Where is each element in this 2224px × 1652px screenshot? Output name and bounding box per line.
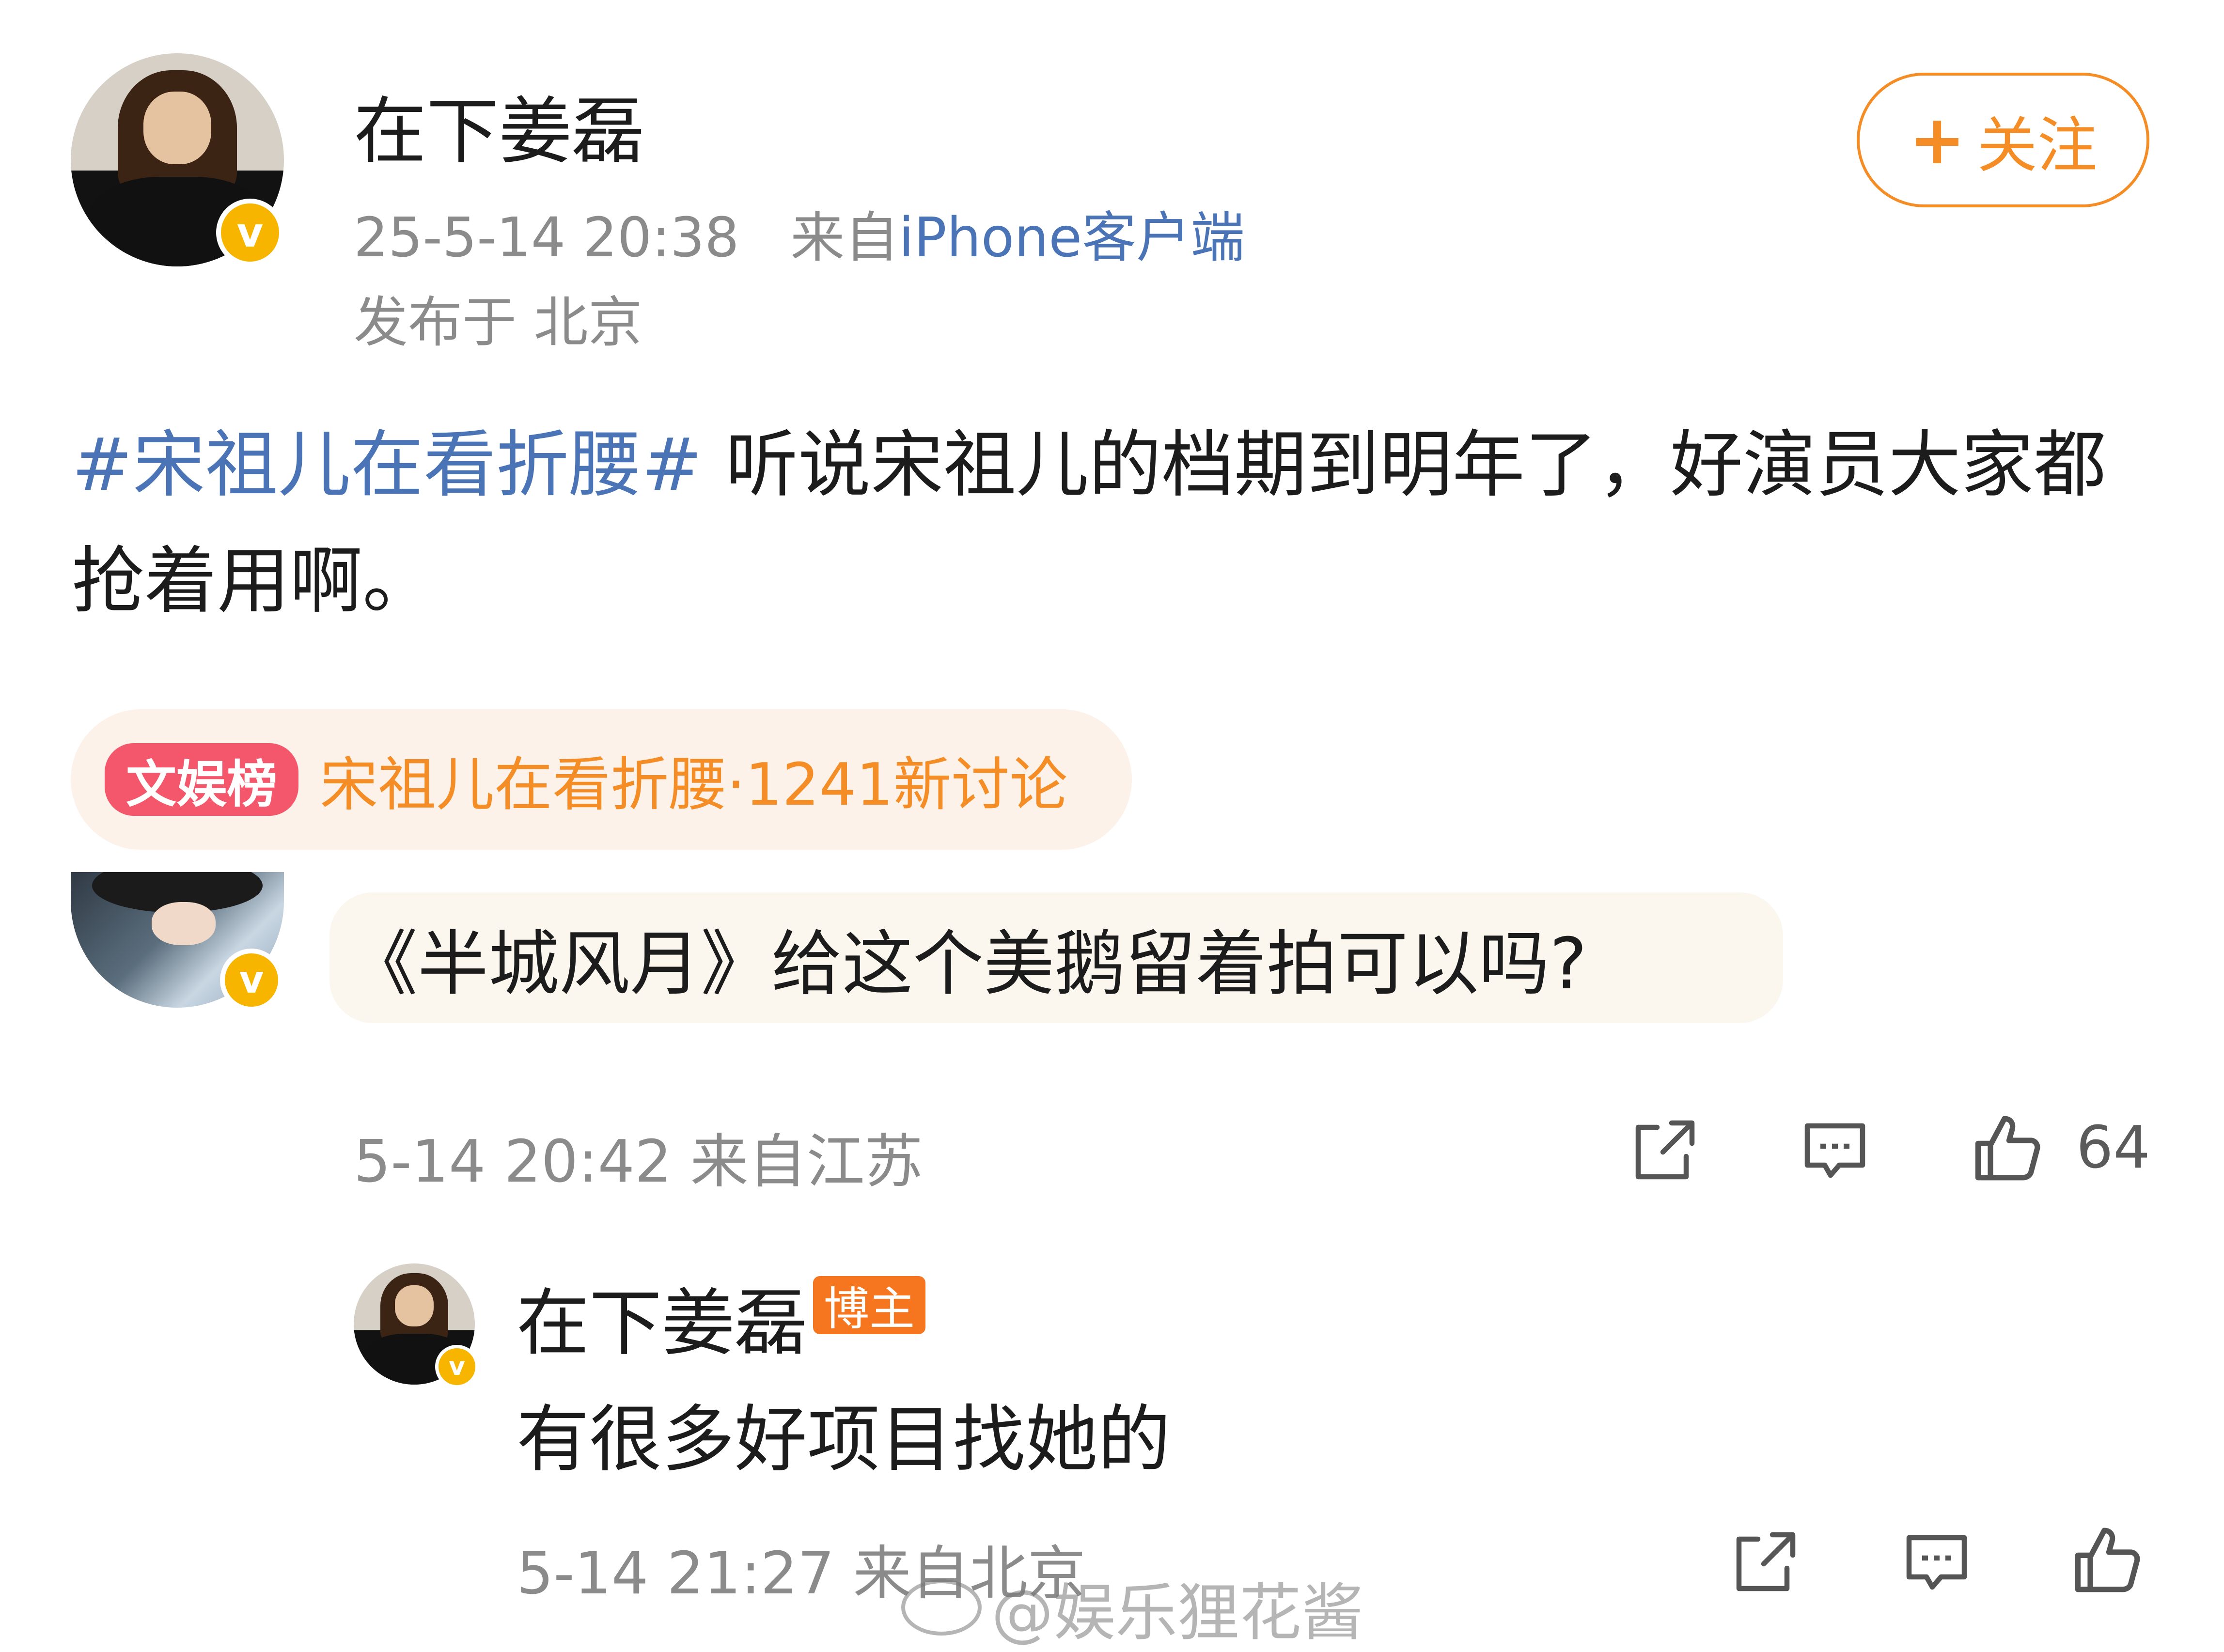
thumbs-up-icon[interactable] xyxy=(2067,1521,2145,1599)
trend-pill[interactable]: 文娱榜 宋祖儿在看折腰·1241新讨论 xyxy=(71,709,1132,850)
weibo-logo-icon xyxy=(901,1579,982,1636)
thumbs-up-icon[interactable] xyxy=(1967,1109,2045,1187)
reply-author-name[interactable]: 在下姜磊 xyxy=(517,1264,807,1370)
comment-icon[interactable] xyxy=(1900,1526,1973,1599)
comment-meta: 5-14 20:42 来自江苏 xyxy=(354,1128,923,1196)
reply-text: 有很多好项目找她的 xyxy=(517,1398,1171,1482)
author-name[interactable]: 在下姜磊 xyxy=(354,73,644,178)
post-text: #宋祖儿在看折腰# 听说宋祖儿的档期到明年了，好演员大家都抢着用啊。 xyxy=(72,407,2136,639)
share-icon[interactable] xyxy=(1628,1114,1701,1187)
trend-badge: 文娱榜 xyxy=(105,743,299,816)
trend-text: 宋祖儿在看折腰·1241新讨论 xyxy=(320,751,1068,819)
verified-badge-icon: v xyxy=(220,949,283,1012)
plus-icon: + xyxy=(1909,100,1966,180)
watermark: @娱乐狸花酱 xyxy=(901,1562,1363,1652)
post-hashtag[interactable]: #宋祖儿在看折腰# xyxy=(72,423,702,507)
share-icon[interactable] xyxy=(1729,1526,1801,1599)
host-badge: 博主 xyxy=(813,1276,926,1336)
verified-badge-icon: v xyxy=(216,199,284,266)
follow-button[interactable]: + 关注 xyxy=(1857,73,2149,207)
follow-label: 关注 xyxy=(1977,111,2098,181)
post-source-app[interactable]: iPhone客户端 xyxy=(899,206,1245,269)
verified-badge-icon: v xyxy=(435,1345,479,1388)
post-source-prefix: 来自 xyxy=(790,206,899,269)
comment-text: 《半城风月》给这个美鹅留着拍可以吗? xyxy=(347,922,1587,1005)
post-timestamp: 25-5-14 20:38 xyxy=(354,206,739,269)
post-meta: 25-5-14 20:38 来自iPhone客户端 xyxy=(354,194,1245,272)
comment-bubble[interactable]: 《半城风月》给这个美鹅留着拍可以吗? xyxy=(329,892,1783,1023)
like-count: 64 xyxy=(2076,1114,2150,1182)
watermark-text: @娱乐狸花酱 xyxy=(991,1577,1364,1649)
comment-icon[interactable] xyxy=(1799,1114,1871,1187)
post-location: 发布于 北京 xyxy=(354,291,642,354)
